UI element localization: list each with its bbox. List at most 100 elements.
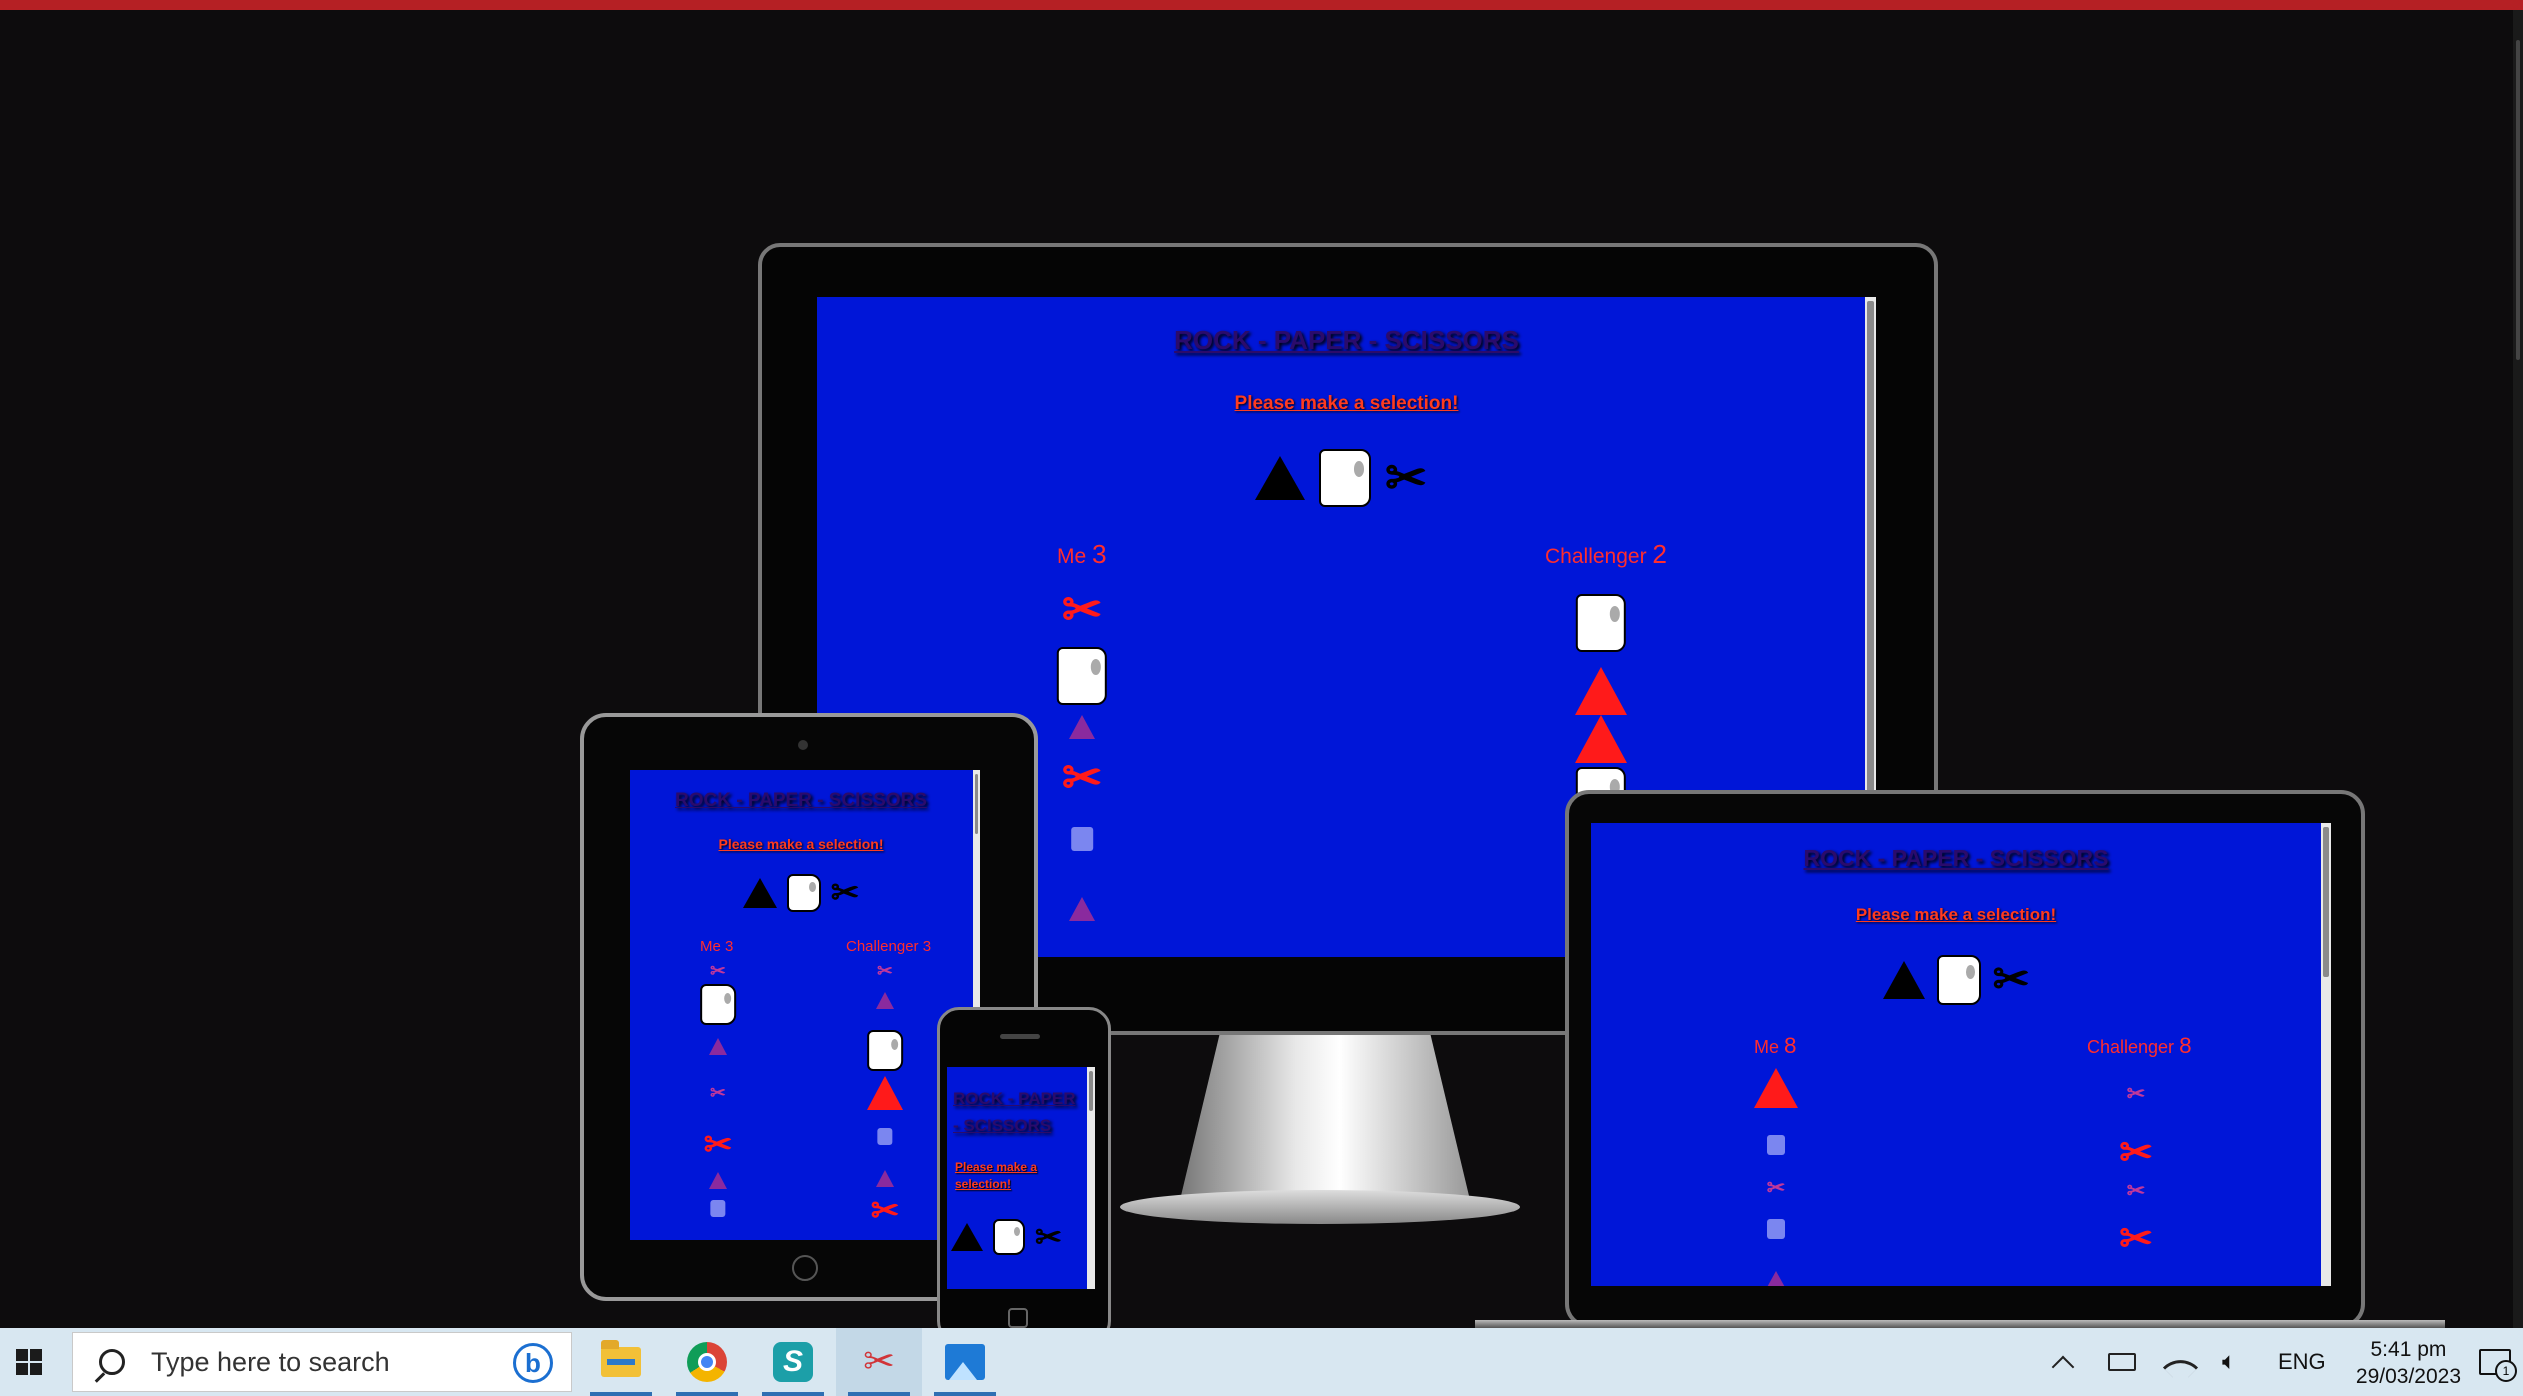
- volume-tray[interactable]: 🔈︎: [2222, 1328, 2236, 1396]
- scissors-icon: ✂: [1766, 1175, 1786, 1200]
- start-button[interactable]: [0, 1328, 58, 1396]
- s-app-icon: S: [773, 1342, 813, 1382]
- scissors-icon: ✂: [830, 874, 860, 912]
- page-scrollbar[interactable]: [2513, 10, 2523, 1328]
- clock-time: 5:41 pm: [2370, 1338, 2447, 1361]
- phone-rock-button[interactable]: [951, 1223, 983, 1251]
- rock-icon: [709, 1038, 727, 1055]
- taskbar-s-app[interactable]: S: [750, 1328, 836, 1396]
- clock[interactable]: 5:41 pm 29/03/2023: [2356, 1336, 2461, 1390]
- phone-speaker: [1000, 1034, 1040, 1039]
- rock-icon: [1069, 715, 1095, 739]
- scissors-icon: ✂: [1061, 584, 1103, 637]
- photos-icon: [945, 1344, 985, 1380]
- tablet-challenger-score: Challenger 3: [846, 938, 932, 955]
- language-indicator[interactable]: ENG: [2278, 1328, 2326, 1396]
- tablet-scissors-button[interactable]: ✂: [831, 876, 860, 910]
- paper-icon: [786, 874, 821, 912]
- chrome-icon: [687, 1342, 727, 1382]
- paper-icon: [700, 984, 736, 1025]
- history-item: [1767, 1219, 1785, 1239]
- snip-icon: ✂: [863, 1341, 895, 1383]
- history-item: ✂: [704, 1128, 733, 1162]
- tablet-paper-button[interactable]: [786, 874, 821, 912]
- windows-icon: [16, 1349, 42, 1375]
- paper-icon: [1056, 647, 1108, 705]
- rock-icon: [876, 1170, 894, 1187]
- scissors-button[interactable]: ✂: [1385, 453, 1427, 503]
- scissors-icon: ✂: [2119, 1217, 2153, 1261]
- phone-scrollbar[interactable]: [1087, 1067, 1095, 1289]
- paper-button[interactable]: [1319, 449, 1372, 507]
- taskbar-photos[interactable]: [922, 1328, 1008, 1396]
- history-item: ✂: [710, 1083, 726, 1103]
- challenger-score-value: 2: [1652, 539, 1668, 569]
- laptop-scissors-button[interactable]: ✂: [1993, 958, 2030, 1002]
- show-hidden-icons[interactable]: [2051, 1328, 2075, 1396]
- history-item: ✂: [2119, 1219, 2153, 1259]
- browser-top-bar: [0, 0, 2523, 10]
- phone-paper-button[interactable]: [993, 1219, 1025, 1255]
- search-placeholder: Type here to search: [151, 1346, 390, 1377]
- history-item: [877, 1128, 893, 1145]
- history-item: ✂: [2127, 1180, 2145, 1202]
- rock-icon: [1069, 897, 1095, 921]
- history-item: ✂: [2127, 1083, 2145, 1105]
- laptop-game-title: ROCK - PAPER - SCISSORS: [1803, 845, 2109, 871]
- rock-icon: [1255, 456, 1306, 500]
- laptop-rock-button[interactable]: [1882, 961, 1925, 999]
- rock-icon: [709, 1172, 727, 1189]
- wifi-icon: [2162, 1349, 2199, 1385]
- history-item: ✂: [1062, 755, 1102, 803]
- rock-icon: [1575, 715, 1627, 763]
- page-scroll-thumb[interactable]: [2516, 40, 2520, 360]
- history-item: [1754, 1068, 1798, 1108]
- history-item: [867, 1076, 903, 1110]
- taskbar-chrome[interactable]: [664, 1328, 750, 1396]
- paper-icon: [867, 1030, 903, 1071]
- rock-icon: [1575, 667, 1627, 715]
- paper-icon: [1767, 1135, 1785, 1155]
- notification-center[interactable]: 1: [2467, 1328, 2523, 1396]
- battery-tray[interactable]: [2108, 1328, 2136, 1396]
- game-title: ROCK - PAPER - SCISSORS: [1174, 325, 1519, 355]
- phone-scissors-button[interactable]: ✂: [1035, 1221, 1062, 1253]
- search-icon: [99, 1349, 125, 1375]
- bing-icon[interactable]: b: [513, 1343, 553, 1383]
- choice-buttons: ✂: [817, 449, 1876, 507]
- paper-icon: [1071, 827, 1093, 851]
- scissors-icon: ✂: [1035, 1219, 1062, 1255]
- laptop-scrollbar[interactable]: [2321, 823, 2331, 1286]
- history-item: ✂: [2119, 1133, 2153, 1173]
- taskbar: Type here to search b S ✂ 🔈︎ ENG 5:41 pm…: [0, 1328, 2523, 1396]
- notification-icon: 1: [2479, 1349, 2517, 1382]
- taskbar-snip[interactable]: ✂: [836, 1328, 922, 1396]
- player-score: Me 3: [1057, 539, 1107, 569]
- tablet-game-title: ROCK - PAPER - SCISSORS: [675, 790, 927, 811]
- phone-home-button[interactable]: [1008, 1308, 1028, 1328]
- laptop-challenger-score: Challenger 8: [2087, 1033, 2192, 1058]
- history-item: [876, 1170, 894, 1187]
- tablet-home-button[interactable]: [792, 1255, 818, 1281]
- battery-icon: [2108, 1353, 2136, 1371]
- phone-game-title: ROCK - PAPER - SCISSORS: [953, 1089, 1076, 1135]
- player-score-value: 3: [1092, 539, 1107, 569]
- history-item: ✂: [877, 960, 893, 981]
- laptop-paper-button[interactable]: [1936, 955, 1981, 1005]
- tablet-rock-button[interactable]: [742, 878, 777, 908]
- wifi-tray[interactable]: [2162, 1328, 2199, 1396]
- paper-icon: [993, 1219, 1025, 1255]
- history-item: [1767, 1135, 1785, 1155]
- rock-icon: [1882, 961, 1925, 999]
- rock-button[interactable]: [1255, 456, 1306, 500]
- clock-date: 29/03/2023: [2355, 1365, 2461, 1388]
- taskbar-file-explorer[interactable]: [578, 1328, 664, 1396]
- taskbar-search[interactable]: Type here to search b: [72, 1332, 572, 1392]
- scissors-icon: ✂: [877, 960, 893, 981]
- scissors-icon: ✂: [1061, 752, 1103, 805]
- tablet-camera: [798, 740, 808, 750]
- rock-icon: [1765, 1271, 1787, 1286]
- history-item: ✂: [1062, 587, 1102, 635]
- notification-count: 1: [2495, 1360, 2517, 1382]
- laptop-choice-buttons: ✂: [1591, 955, 2331, 1005]
